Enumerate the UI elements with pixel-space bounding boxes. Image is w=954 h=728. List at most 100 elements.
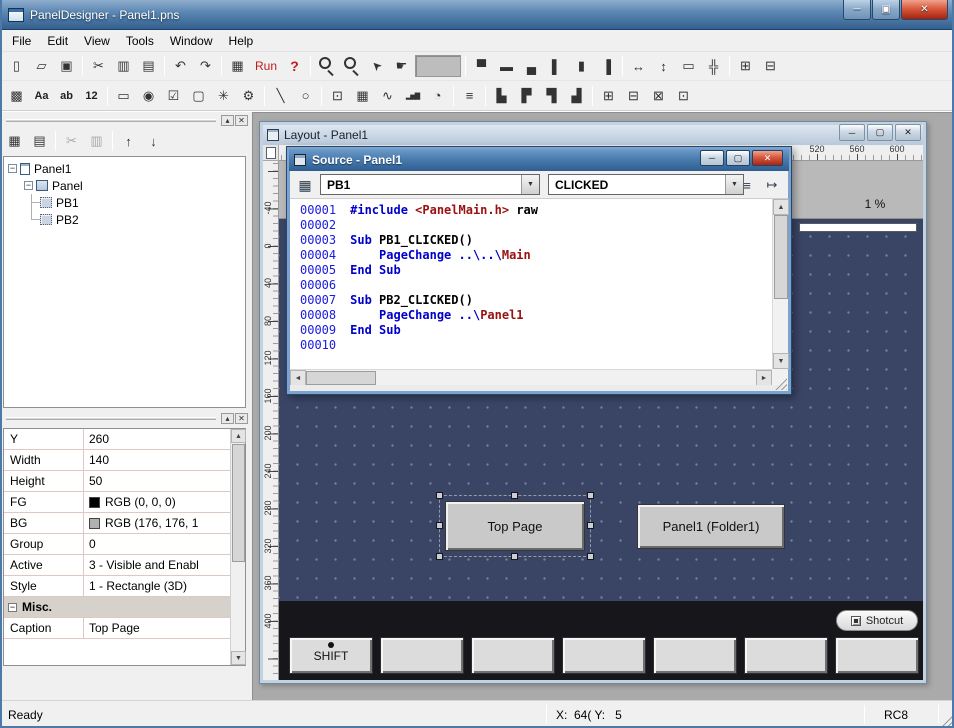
dock-close-icon[interactable]: ✕ bbox=[235, 115, 248, 126]
menu-help[interactable]: Help bbox=[221, 31, 262, 51]
print-icon[interactable]: ▦ bbox=[226, 55, 249, 77]
function-key-button[interactable] bbox=[744, 637, 828, 674]
object-combo[interactable]: PB1 ▼ bbox=[320, 174, 540, 195]
dock-pin-icon[interactable]: ▴ bbox=[221, 413, 234, 424]
radio-tool-icon[interactable]: ◉ bbox=[137, 85, 160, 107]
run-button[interactable]: Run bbox=[251, 55, 281, 77]
selection-handle[interactable] bbox=[511, 492, 518, 499]
list-tool-icon[interactable]: ≡ bbox=[458, 85, 481, 107]
property-value[interactable]: 50 bbox=[84, 474, 230, 488]
zoom-icon[interactable] bbox=[315, 55, 338, 77]
pattern-3-icon[interactable]: ▜ bbox=[540, 85, 563, 107]
scroll-up-icon[interactable]: ▲ bbox=[773, 199, 789, 215]
maximize-button[interactable]: ▢ bbox=[867, 124, 893, 141]
close-button[interactable]: ✕ bbox=[901, 0, 948, 20]
minimize-button[interactable]: ─ bbox=[700, 150, 724, 166]
menu-edit[interactable]: Edit bbox=[39, 31, 76, 51]
property-row[interactable]: Active3 - Visible and Enabl bbox=[4, 555, 230, 576]
code-hscrollbar[interactable]: ◄ ► bbox=[290, 369, 772, 385]
scrollbar-thumb[interactable] bbox=[774, 215, 788, 299]
property-value[interactable]: 3 - Visible and Enabl bbox=[84, 558, 230, 572]
property-value[interactable]: RGB (0, 0, 0) bbox=[84, 495, 230, 509]
table-tool-icon[interactable]: ▦ bbox=[351, 85, 374, 107]
event-combo[interactable]: CLICKED ▼ bbox=[548, 174, 744, 195]
meter-tool-icon[interactable]: ◔ bbox=[426, 85, 449, 107]
close-button[interactable]: ✕ bbox=[895, 124, 921, 141]
scroll-up-icon[interactable]: ▲ bbox=[231, 429, 246, 443]
property-category[interactable]: −Misc. bbox=[4, 597, 230, 618]
selection-handle[interactable] bbox=[436, 553, 443, 560]
pattern-4-icon[interactable]: ▟ bbox=[565, 85, 588, 107]
ellipse-tool-icon[interactable]: ○ bbox=[294, 85, 317, 107]
tree-node-pb2[interactable]: PB2 bbox=[4, 211, 245, 228]
pan-tool-icon[interactable]: ☛ bbox=[390, 55, 413, 77]
scroll-right-icon[interactable]: ► bbox=[756, 370, 772, 386]
tree-node-panel1[interactable]: − Panel1 bbox=[4, 160, 245, 177]
property-value[interactable]: RGB (176, 176, 1 bbox=[84, 516, 230, 530]
page-view-icon[interactable]: ▤ bbox=[28, 130, 51, 152]
rectangle-tool-icon[interactable]: ▭ bbox=[112, 85, 135, 107]
fit-height-icon[interactable]: ⊡ bbox=[672, 85, 695, 107]
code-line[interactable]: 00005End Sub bbox=[300, 263, 788, 278]
progress-bar[interactable] bbox=[799, 223, 917, 232]
barchart-tool-icon[interactable]: ▂▅▇ bbox=[401, 85, 424, 107]
copy-icon[interactable]: ▥ bbox=[112, 55, 135, 77]
minimize-button[interactable]: ─ bbox=[843, 0, 871, 20]
select-tool-icon[interactable]: ➤ bbox=[361, 50, 393, 82]
dock-close-icon[interactable]: ✕ bbox=[235, 413, 248, 424]
menu-file[interactable]: File bbox=[4, 31, 39, 51]
menu-window[interactable]: Window bbox=[162, 31, 221, 51]
source-window[interactable]: Source - Panel1 ─ ▢ ✕ ▦ PB1 ▼ CLICKED ▼ … bbox=[286, 146, 792, 395]
property-row[interactable]: Width140 bbox=[4, 450, 230, 471]
code-line[interactable]: 00010 bbox=[300, 338, 788, 353]
open-file-icon[interactable]: ▱ bbox=[30, 55, 53, 77]
property-row[interactable]: FGRGB (0, 0, 0) bbox=[4, 492, 230, 513]
v-spacing-icon[interactable]: ⊟ bbox=[759, 55, 782, 77]
goto-handler-icon[interactable]: ↦ bbox=[761, 174, 783, 196]
same-width-icon[interactable]: ↔ bbox=[627, 55, 650, 77]
cut-icon[interactable]: ✂ bbox=[87, 55, 110, 77]
h-spacing-icon[interactable]: ⊞ bbox=[734, 55, 757, 77]
pattern-1-icon[interactable]: ▙ bbox=[490, 85, 513, 107]
code-line[interactable]: 00002 bbox=[300, 218, 788, 233]
restore-button[interactable]: ▣ bbox=[872, 0, 900, 20]
property-row[interactable]: CaptionTop Page bbox=[4, 618, 230, 639]
code-line[interactable]: 00001#include <PanelMain.h> raw bbox=[300, 203, 788, 218]
move-up-icon[interactable]: ↑ bbox=[117, 130, 140, 152]
frame-tool-icon[interactable]: ⊡ bbox=[326, 85, 349, 107]
property-value[interactable]: 260 bbox=[84, 432, 230, 446]
align-center-icon[interactable]: ▮ bbox=[570, 55, 593, 77]
textbox-tool-icon[interactable]: ab bbox=[55, 85, 78, 107]
paste-icon[interactable]: ▤ bbox=[137, 55, 160, 77]
property-row[interactable]: BGRGB (176, 176, 1 bbox=[4, 513, 230, 534]
code-vscrollbar[interactable]: ▲ ▼ bbox=[772, 199, 788, 369]
new-file-icon[interactable]: ▯ bbox=[5, 55, 28, 77]
scrollbar-thumb[interactable] bbox=[232, 444, 245, 562]
function-key-button[interactable] bbox=[471, 637, 555, 674]
panel-view-icon[interactable]: ▦ bbox=[3, 130, 26, 152]
align-top-icon[interactable]: ▀ bbox=[470, 55, 493, 77]
property-row[interactable]: Style1 - Rectangle (3D) bbox=[4, 576, 230, 597]
code-line[interactable]: 00004 PageChange ..\..\Main bbox=[300, 248, 788, 263]
panel1-folder1-button[interactable]: Panel1 (Folder1) bbox=[637, 504, 785, 549]
align-left-icon[interactable]: ▌ bbox=[545, 55, 568, 77]
scrollbar-thumb[interactable] bbox=[306, 371, 376, 385]
align-right-icon[interactable]: ▐ bbox=[595, 55, 618, 77]
zoom-region-icon[interactable] bbox=[340, 55, 363, 77]
v-distribute-icon[interactable]: ⊟ bbox=[622, 85, 645, 107]
grid-icon[interactable]: ▩ bbox=[5, 85, 28, 107]
code-line[interactable]: 00006 bbox=[300, 278, 788, 293]
checkbox-tool-icon[interactable]: ☑ bbox=[162, 85, 185, 107]
property-value[interactable]: 0 bbox=[84, 537, 230, 551]
function-key-button[interactable] bbox=[562, 637, 646, 674]
scroll-down-icon[interactable]: ▼ bbox=[773, 353, 789, 369]
event-list-icon[interactable]: ≡ bbox=[736, 174, 758, 196]
selection-handle[interactable] bbox=[511, 553, 518, 560]
save-icon[interactable]: ▣ bbox=[55, 55, 78, 77]
property-row[interactable]: Height50 bbox=[4, 471, 230, 492]
menu-view[interactable]: View bbox=[76, 31, 118, 51]
shotcut-button[interactable]: Shotcut bbox=[836, 610, 918, 631]
code-line[interactable]: 00008 PageChange ..\Panel1 bbox=[300, 308, 788, 323]
line-tool-icon[interactable]: ╲ bbox=[269, 85, 292, 107]
property-value[interactable]: 140 bbox=[84, 453, 230, 467]
